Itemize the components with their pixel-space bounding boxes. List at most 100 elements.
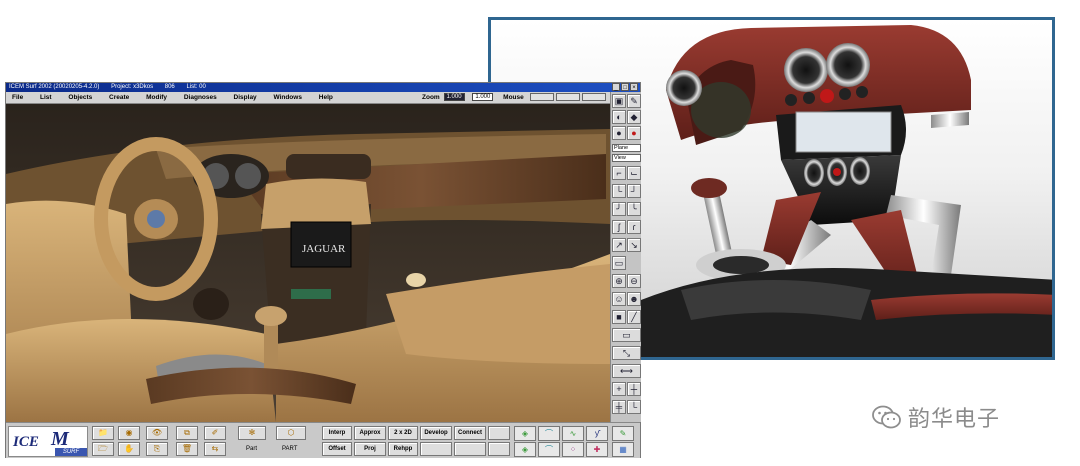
delete-icon[interactable]: 🗑 — [176, 442, 198, 456]
arc-icon[interactable]: ╯ — [612, 202, 626, 216]
bend-2-icon[interactable]: ɾ — [627, 220, 641, 234]
yc-icon[interactable]: ƴ — [586, 426, 608, 441]
approx-button[interactable]: Approx — [354, 426, 386, 440]
points-icon[interactable]: ⁘ — [562, 442, 584, 457]
tool-palette: ▣ ✎ ◐ ◆ ● ● Plane View ⌐ ⌙ └ ┘ ╯ ╰ ʃ ɾ ↗… — [610, 92, 641, 422]
curve-cyan-icon[interactable]: ⌒ — [538, 426, 560, 441]
curve-cyan-2-icon[interactable]: ⌒ — [538, 442, 560, 457]
zoom-input-2[interactable]: 1.000 — [472, 93, 494, 102]
grid-icon[interactable]: ╪ — [612, 400, 626, 414]
surface-green-2-icon[interactable]: ◈ — [514, 442, 536, 457]
extra-2-icon[interactable]: ▦ — [612, 442, 634, 457]
icem-surf-logo: ICE M SURF — [8, 426, 88, 457]
blank-button-1[interactable] — [488, 426, 510, 440]
copy-icon[interactable]: ⎘ — [146, 442, 168, 456]
folder-open-icon[interactable]: 🗁 — [92, 442, 114, 456]
minimize-icon[interactable]: _ — [612, 83, 620, 91]
menu-list[interactable]: List — [40, 92, 52, 104]
highlight-icon[interactable]: ◆ — [627, 110, 641, 124]
axis-icon[interactable]: └ — [627, 400, 641, 414]
menu-create[interactable]: Create — [109, 92, 129, 104]
plane-select[interactable]: Plane — [612, 144, 641, 152]
mouse-label: Mouse — [503, 94, 524, 101]
stop-icon[interactable]: ● — [627, 126, 641, 140]
curve-icon[interactable]: ⌐ — [612, 166, 626, 180]
jaguar-screen-text: JAGUAR — [302, 243, 346, 255]
title-bar: ICEM Surf 2002 (20020205-4.2.0) Project:… — [6, 83, 640, 92]
menu-objects[interactable]: Objects — [68, 92, 92, 104]
2x2d-button[interactable]: 2 x 2D — [388, 426, 418, 440]
corner-icon[interactable]: └ — [612, 184, 626, 198]
proj-button[interactable]: Proj — [354, 442, 386, 456]
menu-file[interactable]: File — [12, 92, 23, 104]
project-label: Project: x3Dkos — [111, 84, 154, 90]
logo-ice: ICE — [13, 434, 39, 450]
rehpp-button[interactable]: Rehpp — [388, 442, 418, 456]
measure-icon[interactable]: ⤡ — [612, 346, 641, 360]
mouse-field-3[interactable] — [581, 93, 606, 102]
blank-button-4[interactable] — [488, 442, 510, 456]
menu-help[interactable]: Help — [319, 92, 333, 104]
bottom-toolbar: ICE M SURF 📁 🗁 ◉ ✋ 👁 ⎘ ⧉ 🗑 ✐ ⇆ ✻ Part ⬡ … — [6, 422, 640, 458]
tangent-icon[interactable]: ↗ — [612, 238, 626, 252]
blank-button-3[interactable] — [454, 442, 486, 456]
object-icon[interactable]: ● — [612, 126, 626, 140]
flat-icon[interactable]: ▭ — [612, 256, 626, 270]
folder-icon[interactable]: 📁 — [92, 426, 114, 440]
layers-icon[interactable]: ⧉ — [176, 426, 198, 440]
render-icon[interactable]: ▣ — [612, 94, 626, 108]
zoom-input[interactable]: 1.000 — [443, 93, 465, 102]
line-icon[interactable]: ⌙ — [627, 166, 641, 180]
diagonal-icon[interactable]: ╱ — [627, 310, 641, 324]
zoom-area: Zoom 1.000 1.000 Mouse — [416, 92, 606, 104]
zoom-out-icon[interactable]: ⊖ — [627, 274, 641, 288]
smile-icon[interactable]: ☺ — [612, 292, 626, 306]
face-icon[interactable]: ☻ — [627, 292, 641, 306]
part-icon[interactable]: ⬡ — [276, 426, 306, 440]
surface-green-icon[interactable]: ◈ — [514, 426, 536, 441]
settings-icon[interactable]: ✻ — [238, 426, 266, 440]
menu-windows[interactable]: Windows — [273, 92, 301, 104]
corner-2-icon[interactable]: ┘ — [627, 184, 641, 198]
cross-icon[interactable]: ┼ — [627, 382, 641, 396]
spline-icon[interactable]: ∿ — [562, 426, 584, 441]
close-icon[interactable]: × — [630, 83, 638, 91]
blank-button-2[interactable] — [420, 442, 452, 456]
eye-icon[interactable]: 👁 — [146, 426, 168, 440]
title-field-2: List: 00 — [186, 84, 206, 90]
mouse-field-1[interactable] — [529, 93, 554, 102]
move-icon[interactable]: ⇆ — [204, 442, 226, 456]
plus-icon[interactable]: + — [612, 382, 626, 396]
develop-button[interactable]: Develop — [420, 426, 452, 440]
view-icon[interactable]: ◉ — [118, 426, 140, 440]
menu-modify[interactable]: Modify — [146, 92, 167, 104]
title-field-1: 806 — [164, 84, 175, 90]
mouse-field-2[interactable] — [555, 93, 580, 102]
connect-button[interactable]: Connect — [454, 426, 486, 440]
frame-icon[interactable]: ▭ — [612, 328, 641, 342]
connect-icon[interactable]: ⟷ — [612, 364, 641, 378]
extra-icon[interactable]: ✎ — [612, 426, 634, 441]
watermark-text: 韵华电子 — [908, 407, 1001, 432]
marker-icon[interactable]: ✚ — [586, 442, 608, 457]
tangent-2-icon[interactable]: ↘ — [627, 238, 641, 252]
offset-button[interactable]: Offset — [322, 442, 352, 456]
menu-diagnoses[interactable]: Diagnoses — [184, 92, 217, 104]
view-select[interactable]: View — [612, 154, 641, 162]
3d-viewport[interactable]: JAGUAR — [6, 104, 610, 422]
box-icon[interactable]: ■ — [612, 310, 626, 324]
shade-icon[interactable]: ◐ — [612, 110, 626, 124]
interp-button[interactable]: Interp — [322, 426, 352, 440]
zoom-in-icon[interactable]: ⊕ — [612, 274, 626, 288]
paint-icon[interactable]: ✎ — [627, 94, 641, 108]
menu-display[interactable]: Display — [234, 92, 257, 104]
arc-2-icon[interactable]: ╰ — [627, 202, 641, 216]
zoom-label: Zoom — [422, 94, 440, 101]
edit-icon[interactable]: ✐ — [204, 426, 226, 440]
menu-bar: File List Objects Create Modify Diagnose… — [6, 92, 610, 104]
icem-surf-window: ICEM Surf 2002 (20020205-4.2.0) Project:… — [5, 82, 641, 458]
hand-icon[interactable]: ✋ — [118, 442, 140, 456]
maximize-icon[interactable]: □ — [621, 83, 629, 91]
bend-icon[interactable]: ʃ — [612, 220, 626, 234]
watermark: 韵华电子 — [872, 402, 1000, 432]
